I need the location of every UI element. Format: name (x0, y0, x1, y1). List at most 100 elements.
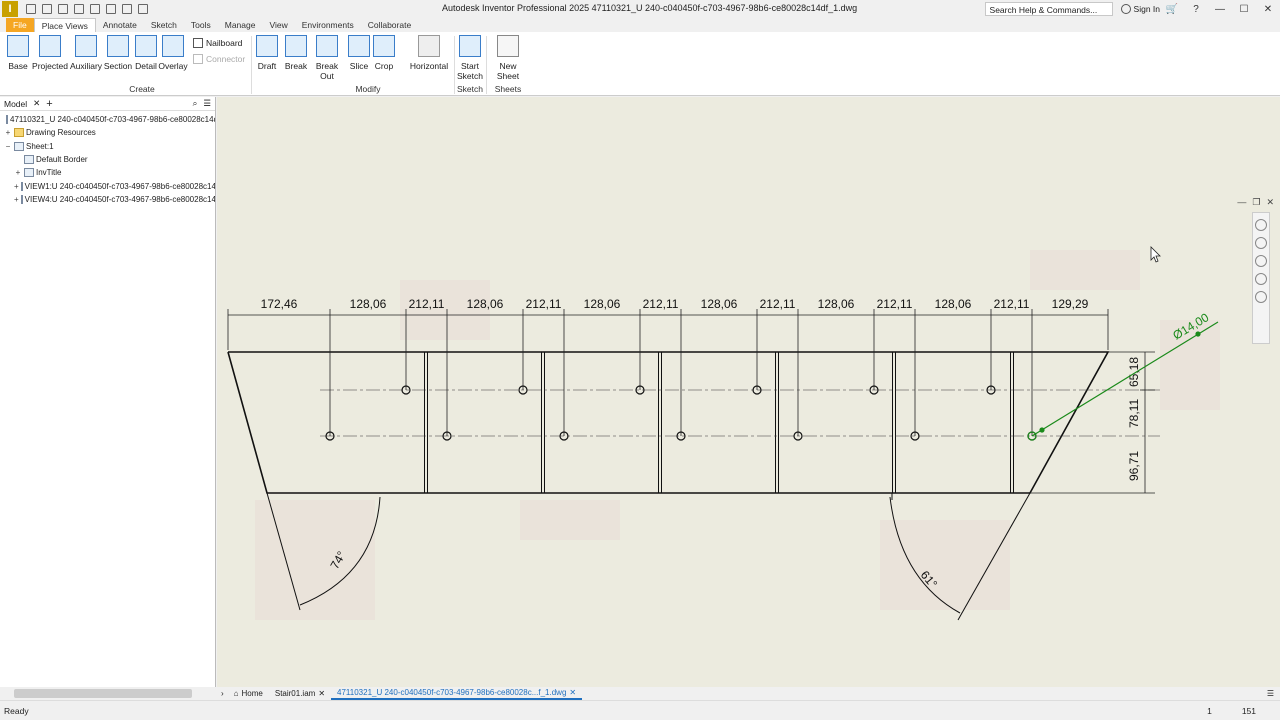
new-sheet-button[interactable]: New Sheet (489, 35, 527, 81)
drawing-sheet-view[interactable]: 172,46 128,06 212,11 128,06 212,11 128,06 212,… (217, 97, 1280, 687)
document-tabs: › ⌂ Home Stair01.iam ✕ 47110321_U 240-c040… (217, 687, 1280, 700)
horizontal-dimension[interactable]: 129,29 (1052, 297, 1089, 311)
tab-tools[interactable]: Tools (184, 18, 218, 32)
horizontal-dimension[interactable]: 212,11 (994, 297, 1030, 311)
search-icon[interactable]: ⌕ (193, 98, 198, 109)
canvas-close-button[interactable]: ✕ (1266, 197, 1274, 208)
horizontal-dimension[interactable]: 212,11 (409, 297, 445, 311)
home-icon[interactable] (106, 4, 116, 14)
save-icon[interactable] (58, 4, 68, 14)
new-sheet-icon (497, 35, 519, 57)
detail-view-button[interactable]: Detail (134, 35, 158, 71)
update-icon[interactable] (138, 4, 148, 14)
break-out-button[interactable]: Break Out (309, 35, 345, 81)
browser-item[interactable]: + VIEW4:U 240-c040450f-c703-4967-98b6-ce8… (0, 193, 215, 206)
help-icon[interactable]: ? (1184, 4, 1208, 15)
start-sketch-button[interactable]: Start Sketch (457, 35, 483, 81)
horizontal-align-button[interactable]: Horizontal (408, 35, 450, 71)
tab-place-views[interactable]: Place Views (33, 18, 96, 32)
section-view-button[interactable]: Section (103, 35, 133, 71)
browser-item-label: VIEW1:U 240-c040450f-c703-4967-98b6-ce80… (24, 181, 215, 191)
doc-tab-home[interactable]: ⌂ Home (228, 687, 269, 700)
canvas-restore-button[interactable]: ❐ (1252, 197, 1260, 208)
maximize-button[interactable]: ☐ (1232, 4, 1256, 15)
sign-in-button[interactable]: Sign In (1120, 4, 1160, 14)
border-icon (24, 155, 34, 165)
vertical-dim-65-18[interactable]: 65,18 (1127, 357, 1141, 387)
tabs-menu-icon[interactable]: ☰ (1261, 689, 1280, 698)
open-file-icon[interactable] (42, 4, 52, 14)
horizontal-dimension[interactable]: 212,11 (526, 297, 562, 311)
tab-annotate[interactable]: Annotate (96, 18, 144, 32)
browser-tab-model[interactable]: Model (4, 99, 27, 109)
part-outline[interactable] (227, 351, 1110, 494)
horizontal-dimension[interactable]: 212,11 (877, 297, 913, 311)
slice-button[interactable]: Slice (348, 35, 370, 71)
undo-icon[interactable] (74, 4, 84, 14)
expand-toggle-icon[interactable]: + (4, 128, 12, 137)
overlay-view-button[interactable]: Overlay (158, 35, 188, 71)
close-tab-icon[interactable]: ✕ (569, 688, 576, 697)
vertical-dim-78-11[interactable]: 78,11 (1127, 399, 1141, 428)
horizontal-dimension[interactable]: 212,11 (760, 297, 796, 311)
tab-view[interactable]: View (262, 18, 294, 32)
nailboard-button[interactable]: Nailboard (193, 38, 242, 48)
browser-item[interactable]: + Drawing Resources (0, 126, 215, 139)
horizontal-dimension[interactable]: 128,06 (350, 297, 387, 311)
tab-manage[interactable]: Manage (218, 18, 263, 32)
pan-icon[interactable] (1255, 237, 1267, 249)
dimension-labels[interactable]: 172,46 128,06 212,11 128,06 212,11 128,06 212,… (261, 297, 1089, 311)
minimize-button[interactable]: — (1208, 4, 1232, 15)
inventor-logo-icon[interactable]: I (2, 1, 18, 17)
expand-toggle-icon[interactable]: + (14, 182, 19, 191)
zoom-icon[interactable] (1255, 255, 1267, 267)
close-browser-icon[interactable]: ✕ (33, 98, 40, 109)
horizontal-dimension[interactable]: 128,06 (584, 297, 621, 311)
browser-item-label: Drawing Resources (26, 128, 96, 138)
tab-file[interactable]: File (6, 18, 34, 32)
auxiliary-view-button[interactable]: Auxiliary (69, 35, 103, 71)
vertical-dim-96-71[interactable]: 96,71 (1127, 451, 1141, 481)
connector-button[interactable]: Connector (193, 54, 245, 64)
tabs-scroll-icon[interactable]: › (217, 689, 228, 698)
horizontal-dimension[interactable]: 128,06 (818, 297, 855, 311)
draft-view-button[interactable]: Draft (255, 35, 279, 71)
zoom-all-icon[interactable] (1255, 273, 1267, 285)
horizontal-dimension[interactable]: 128,06 (935, 297, 972, 311)
horizontal-dimension[interactable]: 212,11 (643, 297, 679, 311)
canvas-minimize-button[interactable]: — (1237, 197, 1246, 208)
browser-item[interactable]: 47110321_U 240-c040450f-c703-4967-98b6-c… (0, 113, 215, 126)
browser-item[interactable]: + InvTitle (0, 166, 215, 179)
browser-scrollbar[interactable] (14, 689, 192, 698)
close-button[interactable]: ✕ (1256, 4, 1280, 15)
drawing-canvas[interactable]: 172,46 128,06 212,11 128,06 212,11 128,06 212,… (217, 97, 1280, 687)
horizontal-dimension[interactable]: 128,06 (467, 297, 504, 311)
base-view-button[interactable]: Base (6, 35, 30, 71)
crop-button[interactable]: Crop (373, 35, 395, 71)
doc-tab-stair01[interactable]: Stair01.iam ✕ (269, 687, 331, 700)
new-file-icon[interactable] (26, 4, 36, 14)
print-icon[interactable] (122, 4, 132, 14)
expand-toggle-icon[interactable]: + (14, 195, 19, 204)
browser-item[interactable]: + VIEW1:U 240-c040450f-c703-4967-98b6-ce8… (0, 179, 215, 192)
tab-collaborate[interactable]: Collaborate (361, 18, 418, 32)
search-help-input[interactable]: Search Help & Commands... (984, 2, 1113, 16)
horizontal-dimension[interactable]: 128,06 (701, 297, 738, 311)
projected-view-button[interactable]: Projected (32, 35, 68, 71)
zoom-window-icon[interactable] (1255, 291, 1267, 303)
doc-tab-dwg[interactable]: 47110321_U 240-c040450f-c703-4967-98b6-c… (331, 687, 583, 700)
expand-toggle-icon[interactable]: + (14, 168, 22, 177)
menu-icon[interactable]: ☰ (203, 98, 211, 109)
browser-item[interactable]: Default Border (0, 153, 215, 166)
expand-toggle-icon[interactable]: − (4, 142, 12, 151)
steering-wheel-icon[interactable] (1255, 219, 1267, 231)
horizontal-dimension[interactable]: 172,46 (261, 297, 298, 311)
add-browser-icon[interactable]: + (46, 98, 52, 110)
close-tab-icon[interactable]: ✕ (318, 689, 325, 698)
browser-item[interactable]: − Sheet:1 (0, 140, 215, 153)
tab-environments[interactable]: Environments (295, 18, 361, 32)
cart-icon[interactable]: 🛒 (1160, 4, 1184, 15)
tab-sketch[interactable]: Sketch (144, 18, 184, 32)
break-button[interactable]: Break (284, 35, 308, 71)
redo-icon[interactable] (90, 4, 100, 14)
